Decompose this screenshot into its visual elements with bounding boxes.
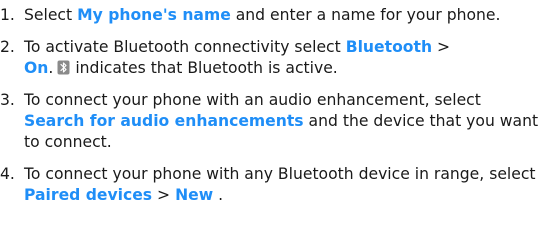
step-number: 1. [0,6,15,24]
step-text: and enter a name for your phone. [230,6,501,24]
step-text: To connect your phone with an audio enha… [24,91,481,109]
step-3: 3. To connect your phone with an audio en… [0,90,543,153]
step-4: 4. To connect your phone with any Bluetoo… [0,164,543,206]
menu-item-search-for-audio-enhancements: Search for audio enhancements [24,112,304,130]
menu-item-paired-devices: Paired devices [24,186,153,204]
instruction-steps: 1. Select My phone's name and enter a nam… [0,0,543,206]
menu-separator: > [432,38,451,56]
step-text: To connect your phone with any Bluetooth… [24,165,536,183]
step-number: 3. [0,91,15,109]
step-text: To activate Bluetooth connectivity selec… [24,38,346,56]
step-1: 1. Select My phone's name and enter a nam… [0,0,543,26]
menu-item-on: On [24,59,49,77]
step-text: Select [24,6,78,24]
menu-item-new: New [175,186,214,204]
step-text: indicates that Bluetooth is active. [75,59,338,77]
step-text: . [48,59,54,77]
step-number: 4. [0,165,15,183]
step-text: . [213,186,224,204]
menu-item-bluetooth: Bluetooth [345,38,433,56]
menu-separator: > [152,186,176,204]
menu-item-my-phones-name: My phone's name [77,6,231,24]
step-number: 2. [0,38,15,56]
step-2: 2. To activate Bluetooth connectivity sel… [0,37,543,79]
bluetooth-active-icon [57,60,70,75]
